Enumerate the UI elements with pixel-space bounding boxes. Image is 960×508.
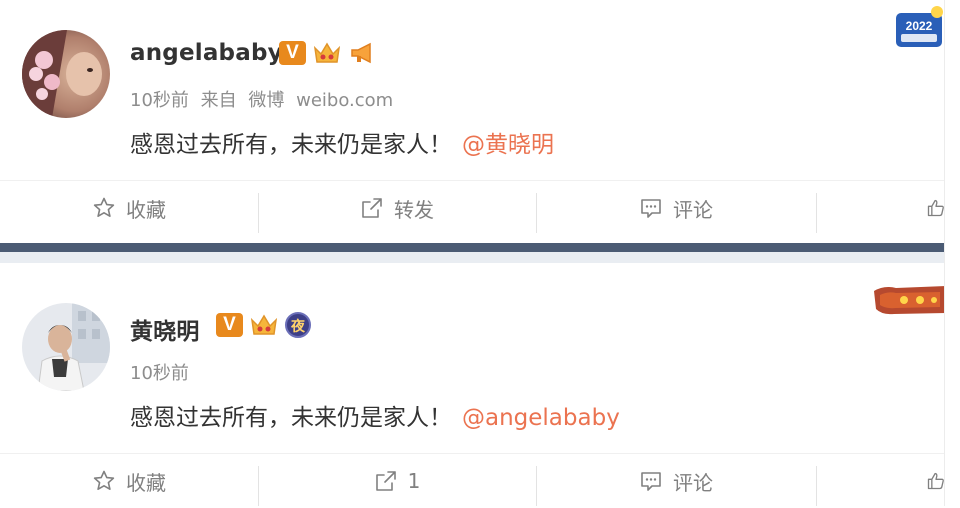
post-time: 10秒前 xyxy=(130,363,189,384)
divider xyxy=(816,193,817,233)
favorite-button[interactable]: 收藏 xyxy=(0,181,258,235)
verified-v-icon[interactable]: V xyxy=(279,41,306,65)
member-crown-icon[interactable] xyxy=(312,40,342,66)
post-body: 感恩过去所有，未来仍是家人！ xyxy=(130,405,452,431)
post-time: 10秒前 xyxy=(130,90,189,111)
avatar-huangxiaoming[interactable] xyxy=(22,303,110,391)
share-icon xyxy=(362,198,382,218)
thumbs-up-icon xyxy=(927,472,944,490)
post-card-1: angelababy V 10秒前 来自 微博 weibo.com 感恩过去所有… xyxy=(0,0,946,243)
member-crown-icon[interactable] xyxy=(249,312,279,338)
comment-button[interactable]: 评论 xyxy=(536,454,816,508)
comment-label: 评论 xyxy=(673,197,713,222)
star-icon xyxy=(93,470,115,490)
badge-group: V 夜 xyxy=(216,312,311,338)
scroll-edge xyxy=(944,0,960,506)
badge-group: V xyxy=(279,40,376,66)
feed-divider xyxy=(0,243,946,263)
username[interactable]: angelababy xyxy=(130,40,283,66)
mention-link[interactable]: @黄晓明 xyxy=(462,132,554,158)
verified-v-icon[interactable]: V xyxy=(216,313,243,337)
comment-icon xyxy=(641,472,661,491)
event-badge-year: 2022 xyxy=(906,19,933,33)
post-meta: 10秒前 来自 微博 weibo.com xyxy=(130,86,399,112)
night-badge-icon[interactable]: 夜 xyxy=(285,312,311,338)
megaphone-icon[interactable] xyxy=(348,41,376,65)
source-prefix: 来自 xyxy=(200,90,237,111)
favorite-button[interactable]: 收藏 xyxy=(0,454,258,508)
comment-label: 评论 xyxy=(673,470,713,495)
repost-label: 转发 xyxy=(394,197,434,222)
post-text: 感恩过去所有，未来仍是家人！ @angelababy xyxy=(130,398,620,432)
repost-count: 1 xyxy=(407,469,421,493)
divider xyxy=(816,466,817,506)
action-bar: 收藏 1 评论 xyxy=(0,453,946,508)
event-badge-icon[interactable]: 2022 xyxy=(893,4,945,56)
post-body: 感恩过去所有，未来仍是家人！ xyxy=(130,132,452,158)
source-url[interactable]: weibo.com xyxy=(296,90,393,111)
thumbs-up-icon xyxy=(927,199,944,217)
repost-button[interactable]: 1 xyxy=(258,454,536,508)
post-card-2: 黄晓明 V 夜 10秒前 感恩过去所有，未来仍是家人！ @angelababy 收… xyxy=(0,263,946,506)
post-meta: 10秒前 xyxy=(130,359,195,385)
favorite-label: 收藏 xyxy=(126,470,166,495)
avatar-angelababy[interactable] xyxy=(22,30,110,118)
username[interactable]: 黄晓明 xyxy=(130,312,200,346)
share-icon xyxy=(375,471,396,491)
source-app[interactable]: 微博 xyxy=(248,90,284,111)
star-icon xyxy=(93,197,115,217)
mention-link[interactable]: @angelababy xyxy=(462,405,620,431)
repost-button[interactable]: 转发 xyxy=(258,181,536,235)
comment-button[interactable]: 评论 xyxy=(536,181,816,235)
comment-icon xyxy=(641,199,661,218)
like-button[interactable] xyxy=(926,454,946,508)
divider-strip xyxy=(0,243,946,252)
like-button[interactable] xyxy=(926,181,946,235)
action-bar: 收藏 转发 评论 xyxy=(0,180,946,235)
favorite-label: 收藏 xyxy=(126,197,166,222)
post-text: 感恩过去所有，未来仍是家人！ @黄晓明 xyxy=(130,125,554,159)
event-banner-icon[interactable] xyxy=(874,283,946,321)
